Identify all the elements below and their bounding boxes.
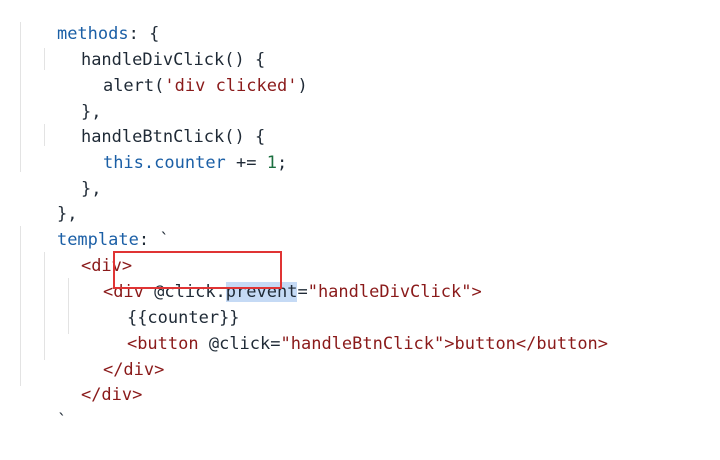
code-line: </div> xyxy=(62,331,164,380)
code-token: = xyxy=(297,282,308,302)
code-line: <button @click="handleBtnClick">button</… xyxy=(86,305,608,354)
code-line: }, xyxy=(16,175,77,224)
code-token: "handleBtnClick" xyxy=(280,334,445,354)
code-token: ( xyxy=(154,76,165,96)
code-token: += xyxy=(225,153,267,173)
code-line: alert('div clicked') xyxy=(62,47,308,96)
code-line: handleDivClick() { xyxy=(40,21,265,70)
code-token: @click= xyxy=(198,334,281,354)
code-line: ` xyxy=(16,382,67,431)
code-line: </div> xyxy=(40,356,142,405)
code-token: alert xyxy=(102,76,155,96)
code-token: ` xyxy=(56,411,68,431)
code-line: template: ` xyxy=(16,201,170,250)
code-token: >button</button> xyxy=(444,334,609,354)
code-token: }, xyxy=(80,179,102,199)
code-token: : ` xyxy=(138,230,170,250)
code-editor[interactable]: methods: { handleDivClick() { alert('div… xyxy=(0,0,720,431)
code-line: }, xyxy=(40,150,101,199)
code-line: }, xyxy=(40,73,101,122)
code-token: .counter xyxy=(143,153,226,173)
code-line: <div> xyxy=(40,227,132,276)
code-token: this xyxy=(102,153,144,173)
code-token: ) xyxy=(297,76,308,96)
annotation-highlight-box xyxy=(113,251,282,289)
code-token: "handleDivClick" xyxy=(307,282,472,302)
code-token: 1 xyxy=(266,153,277,173)
code-token: > xyxy=(471,282,482,302)
code-token: ; xyxy=(277,153,288,173)
code-line: methods: { xyxy=(16,0,159,44)
code-line: this.counter += 1; xyxy=(62,124,287,173)
code-line: handleBtnClick() { xyxy=(40,98,265,147)
code-token: 'div clicked' xyxy=(164,76,298,96)
code-token: </div> xyxy=(80,385,143,405)
